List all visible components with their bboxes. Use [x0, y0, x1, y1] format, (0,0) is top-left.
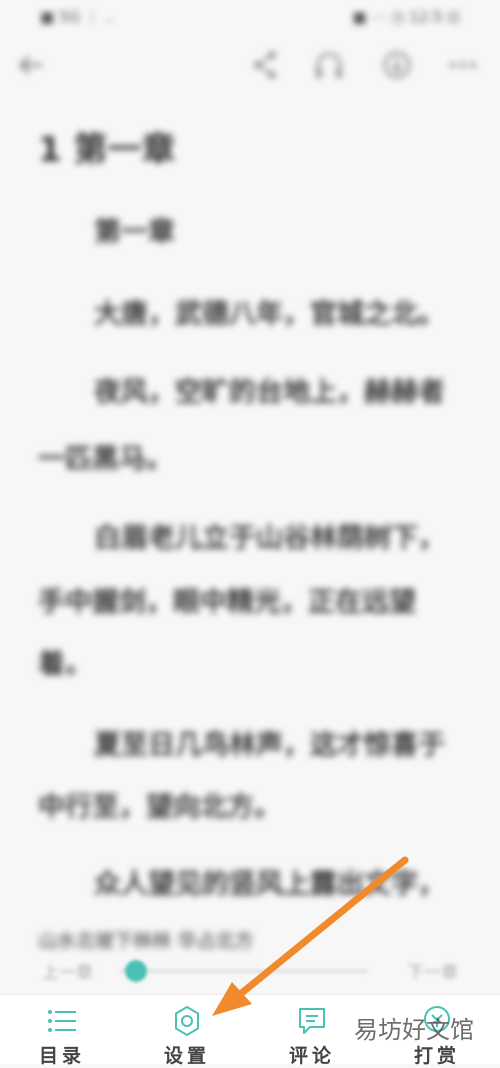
nav-item-settings[interactable]: 设置: [137, 995, 237, 1067]
paragraph-line: 白眉老儿立于山谷林荫树下，: [94, 523, 445, 554]
prev-chapter-button[interactable]: 上一章: [42, 958, 93, 983]
nav-label-toc: 目录: [38, 1045, 85, 1067]
arrow-left-icon[interactable]: [14, 48, 48, 93]
nav-label-settings: 设置: [163, 1045, 210, 1067]
next-chapter-button[interactable]: 下一章: [407, 958, 458, 983]
paragraph-line: 大唐，武德八年，官城之北。: [94, 299, 445, 330]
nav-item-toc[interactable]: 目录: [12, 995, 112, 1067]
paragraph-line: 手中握剑，眼中精光，正在远望: [38, 587, 416, 618]
nav-label-comments: 评论: [288, 1045, 335, 1067]
comment-icon: [296, 1005, 328, 1037]
more-icon[interactable]: [446, 48, 480, 93]
nav-label-reward: 打赏: [413, 1045, 460, 1067]
paragraph-line: 夏至日几鸟林声，这才惊喜于: [94, 730, 445, 761]
paragraph-line: 中行至，望向北方。: [38, 792, 281, 823]
paragraph-line: 一匹黑马。: [38, 444, 173, 475]
gear-icon: [171, 1005, 203, 1037]
status-bar: ■ 5G ⋮ .. ■ ⋯ ◷ 12:5 ⊡: [0, 0, 500, 36]
chapter-progress-row: 上一章 下一章: [0, 950, 500, 994]
status-left: ■ 5G ⋮ ..: [40, 8, 115, 26]
paragraph-line: 众人望见的竖风上露出文字，: [94, 869, 445, 900]
headphones-icon[interactable]: [312, 48, 346, 93]
status-right: ■ ⋯ ◷ 12:5 ⊡: [352, 8, 460, 26]
watermark: 易坊好文馆: [354, 1016, 474, 1044]
nav-item-comments[interactable]: 评论: [262, 995, 362, 1067]
reader-blurred-layer: ■ 5G ⋮ .. ■ ⋯ ◷ 12:5 ⊡ 1 第一章 第一章 大唐，武德八年…: [0, 0, 500, 1000]
share-icon[interactable]: [250, 48, 280, 93]
paragraph-line: 山水北坡下林林 华占北方: [38, 930, 254, 952]
paragraph-line: 第一章: [94, 217, 175, 248]
progress-slider-thumb[interactable]: [124, 960, 147, 982]
paragraph-line: 夜风，空旷的台地上，赫赫者: [94, 377, 445, 408]
top-bar: [0, 44, 500, 92]
progress-slider-track[interactable]: [120, 969, 368, 973]
download-icon[interactable]: [380, 48, 414, 93]
list-icon: [46, 1005, 78, 1037]
chapter-title: 1 第一章: [38, 130, 176, 170]
paragraph-line: 着。: [38, 649, 92, 680]
